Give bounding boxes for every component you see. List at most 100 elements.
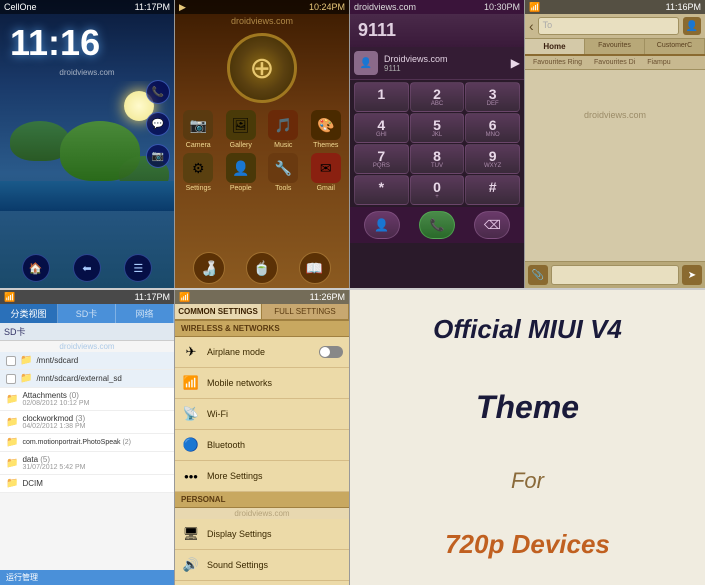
file-item-attachments[interactable]: 📁 Attachments (0) 02/08/2012 10:12 PM: [0, 388, 174, 411]
key-6[interactable]: 6MNO: [465, 113, 520, 143]
compass-widget: [227, 33, 297, 103]
run-manager-label[interactable]: 运行管理: [6, 572, 38, 583]
file-info-3: Attachments (0) 02/08/2012 10:12 PM: [22, 391, 168, 407]
key-7[interactable]: 7PQRS: [354, 144, 409, 174]
setting-sound[interactable]: 🔊 Sound Settings: [175, 550, 349, 581]
wifi-icon: 📡: [181, 404, 201, 424]
nav-tab-customer[interactable]: CustomerC: [645, 39, 705, 54]
time-5: 11:17PM: [135, 292, 170, 302]
setting-display[interactable]: 🖥 Display Settings: [175, 519, 349, 550]
dock-item-3[interactable]: 📖: [299, 252, 331, 284]
key-4[interactable]: 4GHI: [354, 113, 409, 143]
key-2[interactable]: 2ABC: [410, 82, 465, 112]
key-3[interactable]: 3DEF: [465, 82, 520, 112]
key-hash[interactable]: #: [465, 175, 520, 205]
file-checkbox[interactable]: [6, 356, 16, 366]
watermark-1: droidviews.com: [0, 64, 174, 81]
setting-statusbar[interactable]: 📊 Status bar Settings: [175, 581, 349, 585]
file-tab-category[interactable]: 分类视图: [0, 304, 58, 323]
compose-area: 📎 ➤: [525, 261, 705, 288]
airplane-label: Airplane mode: [207, 347, 319, 357]
menu-icon[interactable]: ☰: [124, 254, 152, 282]
dock-item-2[interactable]: 🍵: [246, 252, 278, 284]
nav-tab-favourites[interactable]: Favourites: [585, 39, 645, 54]
key-5[interactable]: 5JKL: [410, 113, 465, 143]
phone-icon[interactable]: 📞: [146, 80, 170, 104]
app-people[interactable]: 👤 People: [222, 153, 261, 192]
app-settings[interactable]: ⚙ Settings: [179, 153, 218, 192]
app-gallery[interactable]: 🖼 Gallery: [222, 110, 261, 149]
back-icon[interactable]: ⬅: [73, 254, 101, 282]
app-gmail[interactable]: ✉ Gmail: [307, 153, 346, 192]
add-contact-button[interactable]: 👤: [683, 17, 701, 35]
file-info: /mnt/sdcard: [36, 356, 168, 365]
file-name-3: Attachments (0): [22, 391, 168, 400]
file-item-sdcard[interactable]: 📁 /mnt/sdcard: [0, 352, 174, 370]
display-label: Display Settings: [207, 529, 343, 539]
path-label: SD卡: [4, 327, 26, 337]
contacts-btn[interactable]: 👤: [364, 211, 400, 239]
airplane-toggle[interactable]: [319, 346, 343, 358]
path-bar: SD卡: [0, 323, 174, 341]
setting-more[interactable]: ••• More Settings: [175, 461, 349, 492]
camera-icon[interactable]: 📷: [146, 144, 170, 168]
file-name-6: data (5): [22, 455, 168, 464]
sub-tab-1[interactable]: Favourites Ring: [529, 58, 586, 67]
backspace-btn[interactable]: ⌫: [474, 211, 510, 239]
folder-icon-5: 📁: [6, 437, 18, 448]
file-item-external[interactable]: 📁 /mnt/sdcard/external_sd: [0, 370, 174, 388]
contact-row[interactable]: 👤 Droidviews.com 9111 ▶: [350, 47, 524, 80]
file-tabs: 分类视图 SD卡 网络: [0, 304, 174, 323]
key-star[interactable]: *: [354, 175, 409, 205]
back-button[interactable]: ‹: [529, 18, 534, 34]
panel-homescreen: ▶ 10:24PM droidviews.com 📷 Camera 🖼 Gall…: [175, 0, 350, 288]
key-8[interactable]: 8TUV: [410, 144, 465, 174]
themes-app-icon: 🎨: [311, 110, 341, 140]
file-name-2: /mnt/sdcard/external_sd: [36, 374, 168, 383]
promo-line-for: For: [433, 463, 622, 498]
mobile-icon: 📶: [181, 373, 201, 393]
message-icon[interactable]: 💬: [146, 112, 170, 136]
home-icon[interactable]: 🏠: [22, 254, 50, 282]
key-0[interactable]: 0+: [410, 175, 465, 205]
file-list: 📁 /mnt/sdcard 📁 /mnt/sdcard/external_sd …: [0, 352, 174, 493]
dock-bar: 🍶 🍵 📖: [175, 252, 349, 284]
app-tools[interactable]: 🔧 Tools: [264, 153, 303, 192]
setting-airplane[interactable]: ✈ Airplane mode: [175, 337, 349, 368]
sub-tab-2[interactable]: Favourites Di: [590, 58, 639, 67]
send-button[interactable]: ➤: [682, 265, 702, 285]
file-item-dcim[interactable]: 📁 DCIM: [0, 475, 174, 493]
file-item-clockwork[interactable]: 📁 clockworkmod (3) 04/02/2012 1:38 PM: [0, 411, 174, 434]
file-item-motionportrait[interactable]: 📁 com.motionportrait.PhotoSpeak (2): [0, 434, 174, 452]
key-1[interactable]: 1: [354, 82, 409, 112]
file-tab-network[interactable]: 网络: [116, 304, 174, 323]
attach-button[interactable]: 📎: [528, 265, 548, 285]
setting-wifi[interactable]: 📡 Wi-Fi: [175, 399, 349, 430]
to-field[interactable]: To: [538, 17, 679, 35]
setting-bluetooth[interactable]: 🔵 Bluetooth: [175, 430, 349, 461]
side-icons-container: 📞 💬 📷: [146, 80, 170, 168]
app-themes[interactable]: 🎨 Themes: [307, 110, 346, 149]
nav-tab-home[interactable]: Home: [525, 39, 585, 54]
file-checkbox-2[interactable]: [6, 374, 16, 384]
key-9[interactable]: 9WXYZ: [465, 144, 520, 174]
dock-item-1[interactable]: 🍶: [193, 252, 225, 284]
folder-icon: 📁: [20, 355, 32, 366]
settings-tab-common[interactable]: COMMON SETTINGS: [175, 304, 262, 319]
dialer-site: droidviews.com: [354, 2, 416, 12]
app-music[interactable]: 🎵 Music: [264, 110, 303, 149]
gallery-app-label: Gallery: [230, 142, 252, 149]
call-btn[interactable]: 📞: [419, 211, 455, 239]
message-input[interactable]: [551, 265, 679, 285]
file-info-4: clockworkmod (3) 04/02/2012 1:38 PM: [22, 414, 168, 430]
people-app-icon: 👤: [226, 153, 256, 183]
section-personal: PERSONAL: [175, 492, 349, 508]
camera-app-label: Camera: [186, 142, 211, 149]
file-item-data[interactable]: 📁 data (5) 31/07/2012 5:42 PM: [0, 452, 174, 475]
app-camera[interactable]: 📷 Camera: [179, 110, 218, 149]
panel-dialer: droidviews.com 10:30PM 9111 👤 Droidviews…: [350, 0, 525, 288]
setting-mobile[interactable]: 📶 Mobile networks: [175, 368, 349, 399]
settings-tab-full[interactable]: FULL SETTINGS: [262, 304, 349, 319]
file-tab-sd[interactable]: SD卡: [58, 304, 116, 323]
sub-tab-3[interactable]: Fiampu: [643, 58, 674, 67]
